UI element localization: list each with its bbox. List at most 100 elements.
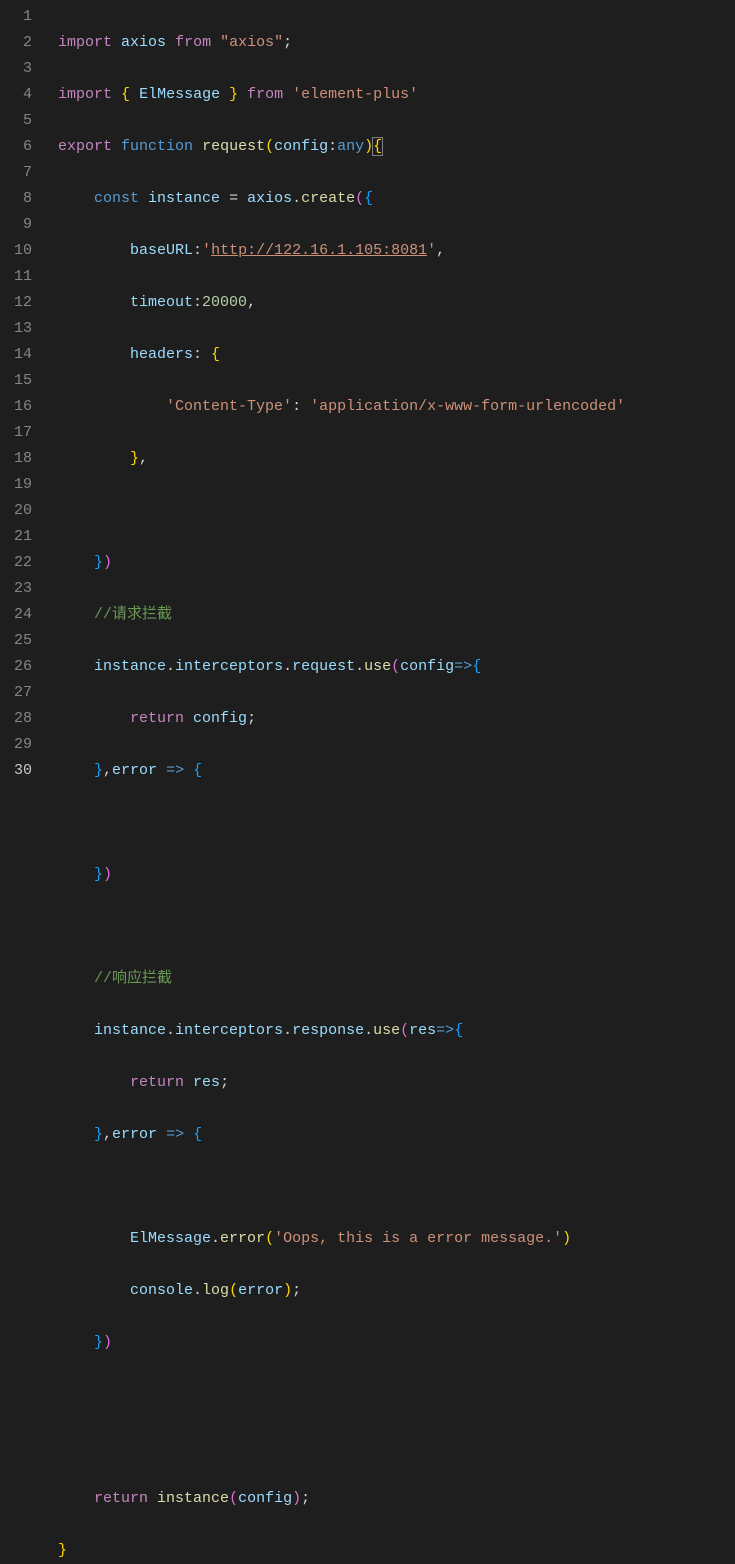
string-literal: 'Oops, this is a error message.': [274, 1230, 562, 1247]
code-line[interactable]: headers: {: [58, 342, 625, 368]
param: res: [409, 1022, 436, 1039]
keyword-return: return: [94, 1490, 148, 1507]
code-line[interactable]: [58, 498, 625, 524]
line-number: 8: [6, 186, 32, 212]
identifier: ElMessage: [130, 1230, 211, 1247]
code-line[interactable]: [58, 1174, 625, 1200]
code-line[interactable]: timeout:20000,: [58, 290, 625, 316]
code-line[interactable]: [58, 1382, 625, 1408]
code-line[interactable]: //响应拦截: [58, 966, 625, 992]
line-number: 23: [6, 576, 32, 602]
code-editor[interactable]: 1234567891011121314151617181920212223242…: [0, 0, 735, 782]
code-line[interactable]: instance.interceptors.request.use(config…: [58, 654, 625, 680]
line-number: 14: [6, 342, 32, 368]
keyword-const: const: [94, 190, 139, 207]
string-literal: "axios": [220, 34, 283, 51]
param: config: [400, 658, 454, 675]
property: baseURL: [130, 242, 193, 259]
identifier: axios: [121, 34, 166, 51]
method-name: use: [364, 658, 391, 675]
url-string: http://122.16.1.105:8081: [211, 242, 427, 259]
line-number: 6: [6, 134, 32, 160]
code-line[interactable]: return config;: [58, 706, 625, 732]
string-literal: 'Content-Type': [166, 398, 292, 415]
keyword-from: from: [175, 34, 211, 51]
method-name: use: [373, 1022, 400, 1039]
identifier: axios: [247, 190, 292, 207]
code-line[interactable]: baseURL:'http://122.16.1.105:8081',: [58, 238, 625, 264]
keyword-return: return: [130, 1074, 184, 1091]
code-line[interactable]: ElMessage.error('Oops, this is a error m…: [58, 1226, 625, 1252]
property: interceptors: [175, 658, 283, 675]
identifier: instance: [94, 658, 166, 675]
param: error: [112, 762, 157, 779]
identifier: instance: [148, 190, 220, 207]
identifier: instance: [94, 1022, 166, 1039]
code-line[interactable]: //请求拦截: [58, 602, 625, 628]
line-number: 4: [6, 82, 32, 108]
line-number: 13: [6, 316, 32, 342]
line-number: 18: [6, 446, 32, 472]
code-line[interactable]: }: [58, 1538, 625, 1564]
line-number: 24: [6, 602, 32, 628]
line-number: 12: [6, 290, 32, 316]
code-area[interactable]: import axios from "axios"; import { ElMe…: [44, 0, 625, 782]
code-line[interactable]: },: [58, 446, 625, 472]
line-number: 21: [6, 524, 32, 550]
line-number: 19: [6, 472, 32, 498]
code-line[interactable]: 'Content-Type': 'application/x-www-form-…: [58, 394, 625, 420]
line-number: 20: [6, 498, 32, 524]
code-line[interactable]: }): [58, 862, 625, 888]
identifier: error: [238, 1282, 283, 1299]
function-name: request: [202, 138, 265, 155]
method-name: log: [202, 1282, 229, 1299]
code-line[interactable]: },error => {: [58, 758, 625, 784]
line-number: 2: [6, 30, 32, 56]
param: error: [112, 1126, 157, 1143]
method-name: create: [301, 190, 355, 207]
line-number: 10: [6, 238, 32, 264]
keyword-import: import: [58, 86, 112, 103]
code-line[interactable]: [58, 810, 625, 836]
keyword-export: export: [58, 138, 112, 155]
line-number: 26: [6, 654, 32, 680]
code-line[interactable]: [58, 1434, 625, 1460]
code-line[interactable]: },error => {: [58, 1122, 625, 1148]
line-number: 29: [6, 732, 32, 758]
code-line[interactable]: }): [58, 1330, 625, 1356]
line-number: 15: [6, 368, 32, 394]
keyword-return: return: [130, 710, 184, 727]
keyword-function: function: [121, 138, 193, 155]
property: headers: [130, 346, 193, 363]
property: request: [292, 658, 355, 675]
method-name: error: [220, 1230, 265, 1247]
identifier: console: [130, 1282, 193, 1299]
code-line[interactable]: console.log(error);: [58, 1278, 625, 1304]
line-number: 30: [6, 758, 32, 784]
number-literal: 20000: [202, 294, 247, 311]
line-number: 25: [6, 628, 32, 654]
property: timeout: [130, 294, 193, 311]
code-line[interactable]: }): [58, 550, 625, 576]
code-line[interactable]: const instance = axios.create({: [58, 186, 625, 212]
line-number: 11: [6, 264, 32, 290]
code-line[interactable]: instance.interceptors.response.use(res=>…: [58, 1018, 625, 1044]
code-line[interactable]: return instance(config);: [58, 1486, 625, 1512]
code-line[interactable]: return res;: [58, 1070, 625, 1096]
identifier: config: [238, 1490, 292, 1507]
line-number: 5: [6, 108, 32, 134]
code-line[interactable]: import { ElMessage } from 'element-plus': [58, 82, 625, 108]
cursor: {: [372, 137, 383, 156]
function-call: instance: [157, 1490, 229, 1507]
type-any: any: [337, 138, 364, 155]
line-number: 3: [6, 56, 32, 82]
line-number: 9: [6, 212, 32, 238]
comment: //请求拦截: [94, 606, 172, 623]
code-line[interactable]: [58, 914, 625, 940]
string-quote: ': [202, 242, 211, 259]
identifier: config: [193, 710, 247, 727]
line-number-gutter: 1234567891011121314151617181920212223242…: [0, 0, 44, 782]
code-line[interactable]: import axios from "axios";: [58, 30, 625, 56]
line-number: 1: [6, 4, 32, 30]
code-line[interactable]: export function request(config:any){: [58, 134, 625, 160]
